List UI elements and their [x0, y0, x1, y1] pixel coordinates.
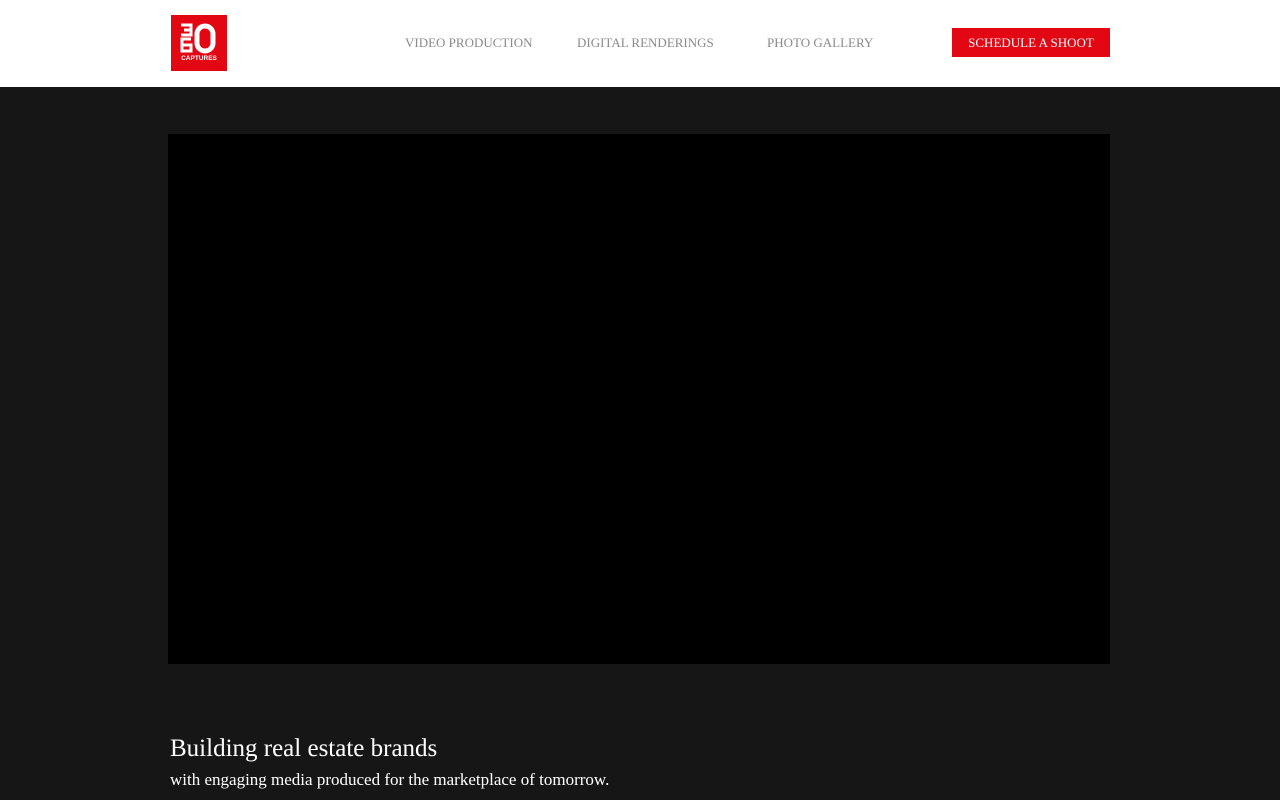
svg-text:CAPTURES: CAPTURES	[181, 55, 217, 62]
nav-photo-gallery[interactable]: PHOTO GALLERY	[767, 35, 873, 51]
hero-subheadline: with engaging media produced for the mar…	[170, 770, 610, 789]
logo-mark-icon: CAPTURES	[180, 23, 218, 62]
hero-video-player[interactable]	[168, 134, 1110, 664]
hero-headline: Building real estate brands	[170, 735, 438, 762]
schedule-shoot-button[interactable]: SCHEDULE A SHOOT	[952, 28, 1110, 57]
nav-video-production[interactable]: VIDEO PRODUCTION	[405, 35, 532, 51]
site-header: CAPTURES VIDEO PRODUCTION DIGITAL RENDER…	[0, 0, 1280, 87]
nav-digital-renderings[interactable]: DIGITAL RENDERINGS	[577, 35, 714, 51]
brand-logo[interactable]: CAPTURES	[171, 15, 227, 71]
